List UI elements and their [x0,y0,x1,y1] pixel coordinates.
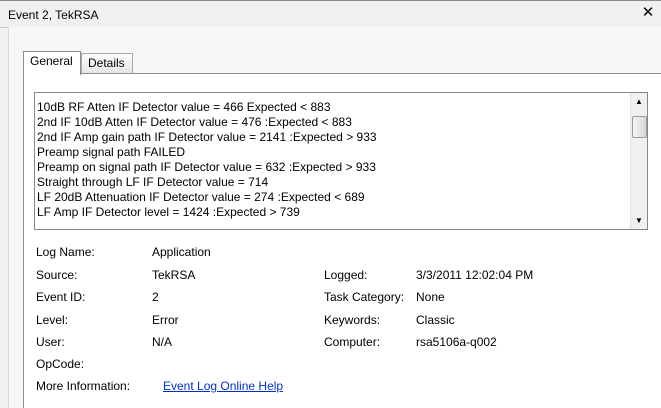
event-properties-window: Event 2, TekRSA ✕ General Details 10dB R… [0,0,661,408]
more-information-label: More Information: [36,379,131,393]
logged-label: Logged: [324,268,368,282]
keywords-label: Keywords: [324,313,381,327]
computer-value: rsa5106a-q002 [416,335,497,349]
level-value: Error [152,313,179,327]
scroll-down-arrow-icon[interactable]: ▼ [631,212,647,229]
user-value: N/A [152,335,173,349]
window-title: Event 2, TekRSA [8,8,99,22]
logged-value: 3/3/2011 12:02:04 PM [416,268,534,282]
task-category-value: None [416,290,445,304]
keywords-value: Classic [416,313,455,327]
log-name-value: Application [152,245,211,259]
scroll-thumb[interactable] [632,116,647,138]
event-log-online-help-link[interactable]: Event Log Online Help [163,378,283,394]
description-line: 2nd IF Amp gain path IF Detector value =… [37,130,377,144]
event-id-label: Event ID: [36,290,86,304]
description-line: Straight through LF IF Detector value = … [37,175,269,189]
event-description-box[interactable]: 10dB RF Atten IF Detector value = 466 Ex… [34,92,648,230]
source-label: Source: [36,268,78,282]
dialog-content: General Details 10dB RF Atten IF Detecto… [8,27,661,408]
description-line: LF Amp IF Detector level = 1424 :Expecte… [37,205,300,219]
tab-details[interactable]: Details [81,53,133,73]
general-tab-panel: 10dB RF Atten IF Detector value = 466 Ex… [23,73,661,408]
tab-general[interactable]: General [23,51,81,75]
log-name-label: Log Name: [36,245,95,259]
description-line: Preamp signal path FAILED [37,145,186,159]
scroll-up-arrow-icon[interactable]: ▲ [631,93,647,110]
description-line: Preamp on signal path IF Detector value … [37,160,376,174]
description-line: 2nd IF 10dB Atten IF Detector value = 47… [37,115,352,129]
computer-label: Computer: [324,335,381,349]
event-id-value: 2 [152,290,159,304]
event-description-text: 10dB RF Atten IF Detector value = 466 Ex… [37,100,625,226]
task-category-label: Task Category: [324,290,405,304]
source-value: TekRSA [152,268,196,282]
description-scrollbar[interactable]: ▲ ▼ [630,93,647,229]
description-line: 10dB RF Atten IF Detector value = 466 Ex… [37,100,331,114]
close-icon[interactable]: ✕ [641,5,655,21]
title-bar: Event 2, TekRSA ✕ [0,1,661,28]
user-label: User: [36,335,65,349]
opcode-label: OpCode: [36,357,85,371]
description-line: LF 20dB Attenuation IF Detector value = … [37,190,365,204]
level-label: Level: [36,313,69,327]
